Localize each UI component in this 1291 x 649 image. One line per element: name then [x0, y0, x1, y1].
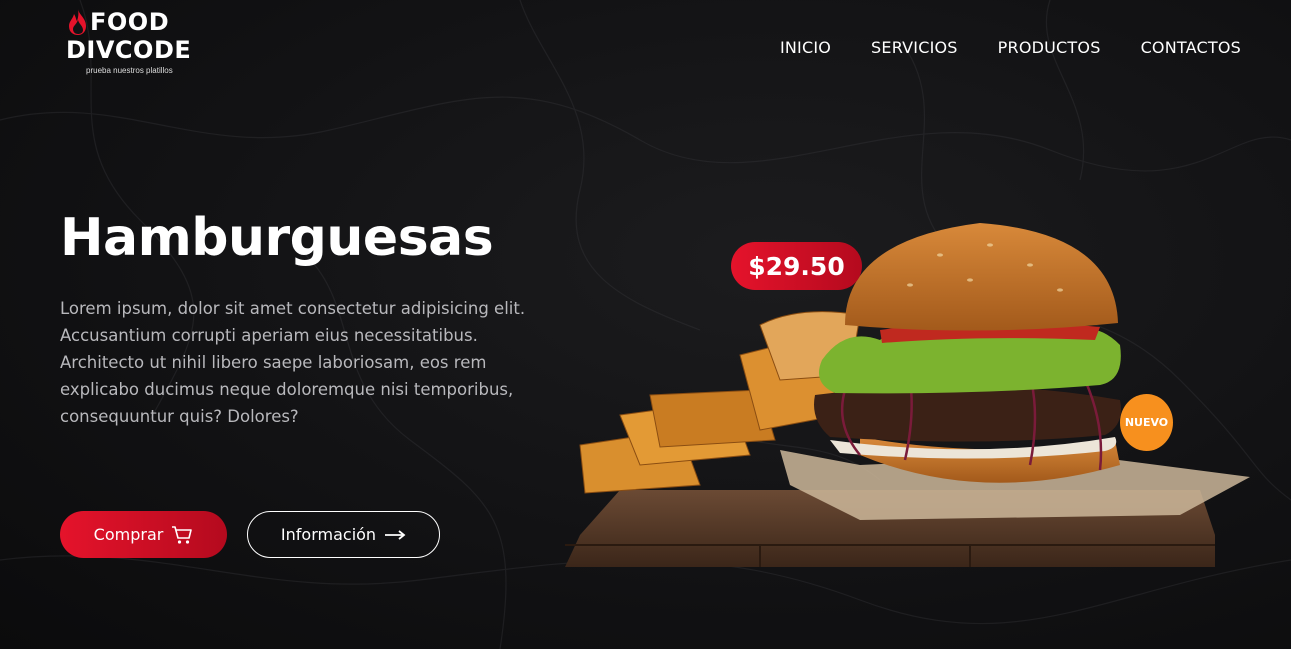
- nav-item-productos[interactable]: PRODUCTOS: [998, 38, 1101, 57]
- main-nav: INICIO SERVICIOS PRODUCTOS CONTACTOS: [780, 38, 1241, 57]
- hero-description: Lorem ipsum, dolor sit amet consectetur …: [60, 299, 526, 426]
- nav-item-inicio[interactable]: INICIO: [780, 38, 831, 57]
- price-badge: $29.50: [731, 242, 862, 290]
- info-button-label: Información: [280, 525, 377, 544]
- site-header: FOOD DIVCODE prueba nuestros platillos I…: [0, 0, 1291, 100]
- brand-line2: DIVCODE: [66, 36, 192, 64]
- flame-icon: [69, 9, 86, 35]
- arrow-right-icon: [385, 529, 406, 540]
- brand-line1: FOOD: [90, 8, 170, 36]
- info-button[interactable]: Información: [247, 511, 440, 558]
- hero-text: Hamburguesas Lorem ipsum, dolor sit amet…: [60, 205, 530, 430]
- cart-icon: [172, 525, 193, 544]
- brand-tagline: prueba nuestros platillos: [86, 66, 173, 75]
- buy-button-label: Comprar: [93, 525, 164, 544]
- buy-button[interactable]: Comprar: [60, 511, 227, 558]
- nav-item-servicios[interactable]: SERVICIOS: [871, 38, 958, 57]
- nav-item-contactos[interactable]: CONTACTOS: [1141, 38, 1241, 57]
- hero-title: Hamburguesas: [60, 208, 494, 268]
- hero-buttons: Comprar Información: [60, 511, 440, 558]
- new-badge: NUEVO: [1120, 394, 1173, 451]
- brand-logo[interactable]: FOOD DIVCODE prueba nuestros platillos: [66, 8, 216, 75]
